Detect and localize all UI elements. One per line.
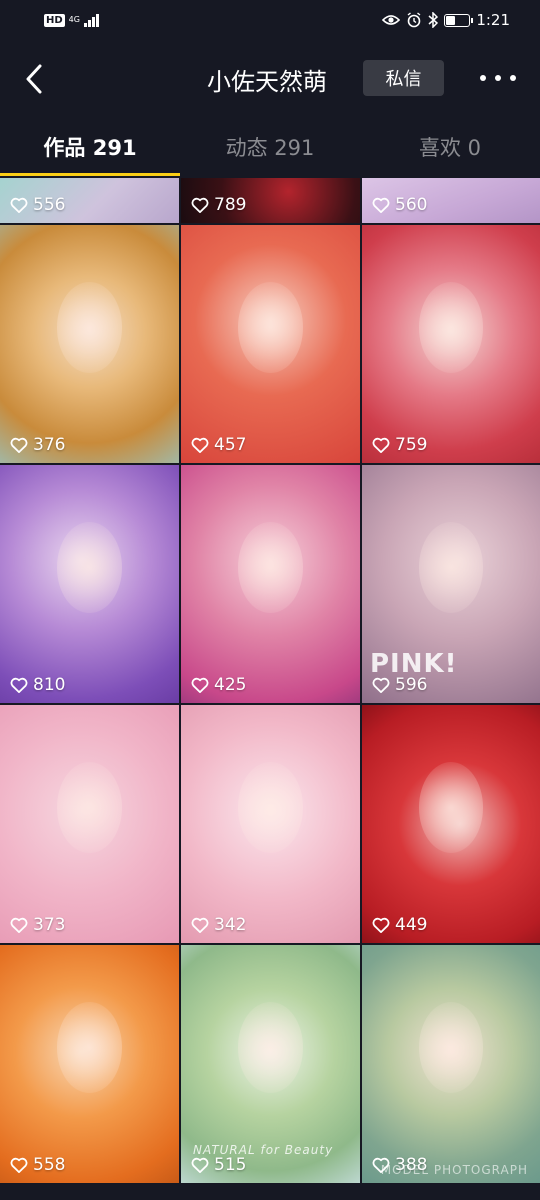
video-thumbnail[interactable]: PINK! 596 (362, 465, 540, 703)
like-count: 558 (10, 1155, 65, 1175)
video-thumbnail[interactable]: 425 (181, 465, 360, 703)
video-thumbnail[interactable]: 373 (0, 705, 179, 943)
video-thumbnail[interactable]: 810 (0, 465, 179, 703)
chevron-left-icon (26, 64, 42, 94)
video-grid: 556 789 560 376 457 759 810 425 PINK! 596 373 342 44… (0, 178, 540, 1200)
hd-badge: HD (44, 13, 65, 27)
video-thumbnail[interactable]: 376 (0, 225, 179, 463)
like-count-value: 425 (214, 675, 247, 695)
like-count-value: 515 (214, 1155, 247, 1175)
like-count-value: 457 (214, 435, 247, 455)
portrait-face (238, 282, 303, 373)
like-count-value: 789 (214, 195, 247, 215)
heart-icon (10, 437, 28, 453)
portrait-face (57, 282, 122, 373)
video-thumbnail[interactable]: 558 (0, 945, 179, 1183)
like-count: 457 (191, 435, 246, 455)
video-thumbnail[interactable]: 556 (0, 178, 179, 223)
more-dot-icon (480, 75, 486, 81)
like-count-value: 596 (395, 675, 428, 695)
like-count-value: 560 (395, 195, 428, 215)
heart-icon (10, 1157, 28, 1173)
like-count-value: 342 (214, 915, 247, 935)
heart-icon (10, 197, 28, 213)
like-count: 810 (10, 675, 65, 695)
portrait-face (238, 1002, 303, 1093)
video-thumbnail[interactable]: MODEL PHOTOGRAPH 388 (362, 945, 540, 1183)
heart-icon (372, 917, 390, 933)
heart-icon (372, 197, 390, 213)
portrait-face (238, 522, 303, 613)
eye-icon (382, 15, 401, 25)
like-count-value: 558 (33, 1155, 66, 1175)
video-thumbnail[interactable]: NATURAL for Beauty 515 (181, 945, 360, 1183)
profile-tabs: 作品 291 动态 291 喜欢 0 (0, 118, 540, 176)
like-count-value: 373 (33, 915, 66, 935)
like-count-value: 449 (395, 915, 428, 935)
video-thumbnail[interactable]: 789 (181, 178, 360, 223)
like-count: 425 (191, 675, 246, 695)
tab-likes[interactable]: 喜欢 0 (360, 132, 540, 162)
portrait-face (418, 762, 484, 853)
private-message-button[interactable]: 私信 (363, 60, 444, 96)
tab-works[interactable]: 作品 291 (0, 132, 180, 162)
like-count: 759 (372, 435, 427, 455)
like-count: 596 (372, 675, 427, 695)
portrait-face (57, 1002, 122, 1093)
active-tab-indicator (0, 173, 180, 176)
like-count: 342 (191, 915, 246, 935)
bluetooth-icon (428, 12, 439, 28)
like-count: 388 (372, 1155, 427, 1175)
portrait-face (238, 762, 303, 853)
like-count: 789 (191, 195, 246, 215)
more-dot-icon (495, 75, 501, 81)
heart-icon (10, 917, 28, 933)
like-count-value: 376 (33, 435, 66, 455)
heart-icon (10, 677, 28, 693)
video-thumbnail[interactable]: 560 (362, 178, 540, 223)
like-count-value: 388 (395, 1155, 428, 1175)
video-thumbnail[interactable]: 759 (362, 225, 540, 463)
heart-icon (372, 437, 390, 453)
like-count: 373 (10, 915, 65, 935)
video-thumbnail[interactable]: 457 (181, 225, 360, 463)
alarm-icon (407, 12, 421, 28)
network-type: 4G (68, 15, 80, 24)
portrait-face (418, 522, 484, 613)
more-dot-icon (510, 75, 516, 81)
heart-icon (191, 1157, 209, 1173)
like-count: 560 (372, 195, 427, 215)
more-button[interactable] (480, 68, 516, 88)
heart-icon (372, 677, 390, 693)
clock: 1:21 (476, 11, 510, 29)
page-title: 小佐天然萌 (207, 68, 327, 96)
back-button[interactable] (22, 62, 52, 96)
like-count: 376 (10, 435, 65, 455)
like-count: 556 (10, 195, 65, 215)
video-thumbnail[interactable]: 342 (181, 705, 360, 943)
heart-icon (372, 1157, 390, 1173)
tab-activity[interactable]: 动态 291 (180, 132, 360, 162)
heart-icon (191, 677, 209, 693)
heart-icon (191, 437, 209, 453)
status-left: HD 4G (44, 13, 99, 27)
signal-icon (83, 13, 99, 27)
portrait-face (57, 762, 122, 853)
heart-icon (191, 197, 209, 213)
portrait-face (418, 282, 484, 373)
status-bar: HD 4G 1:21 (0, 0, 540, 40)
status-right: 1:21 (382, 11, 510, 29)
like-count-value: 759 (395, 435, 428, 455)
like-count: 515 (191, 1155, 246, 1175)
battery-icon (444, 13, 474, 27)
video-thumbnail[interactable]: 449 (362, 705, 540, 943)
portrait-face (57, 522, 122, 613)
like-count-value: 810 (33, 675, 66, 695)
like-count: 449 (372, 915, 427, 935)
heart-icon (191, 917, 209, 933)
profile-header: 小佐天然萌 私信 (0, 40, 540, 118)
like-count-value: 556 (33, 195, 66, 215)
portrait-face (418, 1002, 484, 1093)
